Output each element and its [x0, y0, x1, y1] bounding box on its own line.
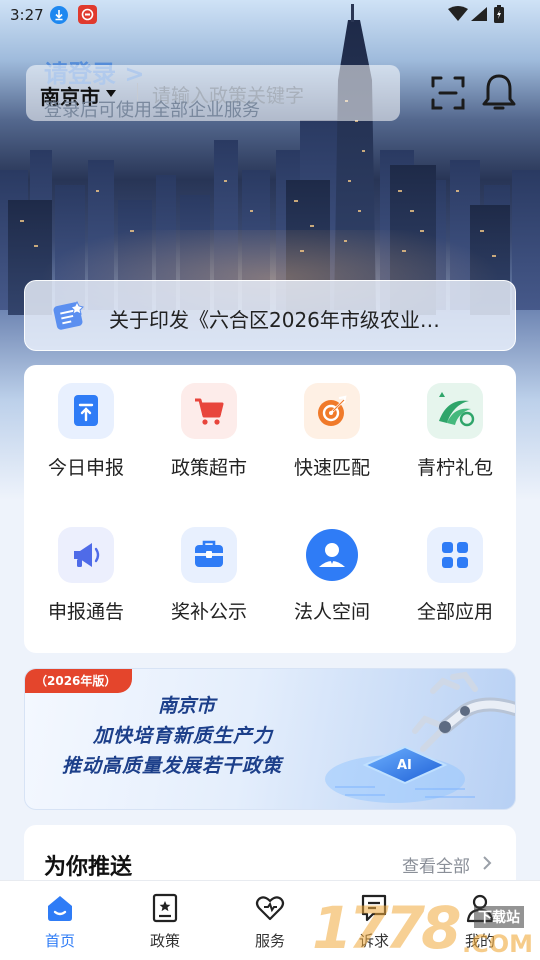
service-label: 快速匹配	[293, 457, 370, 479]
notice-icon	[53, 300, 84, 330]
bell-icon[interactable]	[480, 72, 518, 112]
service-award-publicity[interactable]: 奖补公示	[149, 509, 269, 623]
status-bar: 3:27	[0, 0, 540, 32]
tab-mine[interactable]: 我的	[428, 881, 532, 960]
notice-text: 关于印发《六合区2026年市级农业…	[109, 308, 440, 332]
upload-document-icon	[58, 383, 114, 439]
tab-home[interactable]: 首页	[8, 881, 112, 960]
service-apply-notice[interactable]: 申报通告	[26, 509, 146, 623]
briefcase-icon	[181, 527, 237, 583]
user-icon	[466, 894, 494, 923]
status-time: 3:27	[10, 6, 44, 24]
megaphone-icon	[58, 527, 114, 583]
recommend-title: 为你推送	[44, 855, 133, 880]
service-label: 奖补公示	[170, 601, 247, 623]
tab-label: 服务	[254, 932, 285, 950]
message-icon	[361, 894, 387, 922]
service-label: 法人空间	[293, 601, 370, 623]
chevron-right-icon	[483, 856, 492, 870]
service-label: 全部应用	[416, 601, 493, 623]
banner-headline-1: 加快培育新质生产力	[93, 725, 274, 747]
service-grid: 今日申报 政策超市 快速匹配 青柠礼包 申报通告 奖补公示 法人空间 全部应用	[24, 365, 516, 653]
tab-request[interactable]: 诉求	[322, 881, 426, 960]
home-icon	[48, 896, 72, 921]
service-policy-market[interactable]: 政策超市	[149, 365, 269, 479]
service-label: 申报通告	[47, 601, 124, 623]
service-all-apps[interactable]: 全部应用	[395, 509, 515, 623]
view-all-link[interactable]: 查看全部	[402, 852, 470, 877]
service-legal-space[interactable]: 法人空间	[272, 509, 392, 623]
download-notification-icon	[50, 6, 68, 24]
login-subtitle: 登录后可使用全部企业服务	[44, 100, 260, 121]
scan-icon[interactable]	[430, 75, 466, 111]
policy-banner[interactable]: （2026年版） 南京市 加快培育新质生产力 推动高质量发展若干政策 AI	[24, 668, 516, 810]
policy-book-icon	[152, 893, 178, 923]
tab-label: 首页	[44, 932, 75, 950]
service-label: 政策超市	[170, 457, 247, 479]
heart-icon	[255, 896, 285, 921]
service-label: 青柠礼包	[416, 457, 493, 479]
tab-policy[interactable]: 政策	[113, 881, 217, 960]
tab-label: 我的	[464, 932, 495, 950]
app-notification-icon	[78, 5, 97, 24]
banner-city: 南京市	[158, 695, 216, 717]
tab-service[interactable]: 服务	[218, 881, 322, 960]
banner-headline-2: 推动高质量发展若干政策	[62, 755, 283, 777]
tab-label: 诉求	[358, 932, 389, 950]
tab-label: 政策	[149, 932, 180, 950]
service-quick-match[interactable]: 快速匹配	[272, 365, 392, 479]
grid-apps-icon	[427, 527, 483, 583]
battery-icon	[494, 5, 504, 23]
robot-hand-ai-chip-illustration: AI	[325, 671, 515, 803]
target-icon	[304, 383, 360, 439]
chip-label: AI	[397, 758, 412, 773]
service-today-apply[interactable]: 今日申报	[26, 365, 146, 479]
person-icon	[304, 527, 360, 583]
banner-year-tag: （2026年版）	[25, 669, 133, 693]
notice-banner[interactable]: 关于印发《六合区2026年市级农业…	[24, 280, 516, 351]
cell-signal-icon	[471, 7, 487, 21]
service-label: 今日申报	[47, 457, 124, 479]
lemon-logo-icon	[427, 383, 483, 439]
service-lemon-pack[interactable]: 青柠礼包	[395, 365, 515, 479]
wifi-icon	[448, 6, 468, 21]
bottom-tab-bar: 首页 政策 服务 诉求 我的	[0, 880, 540, 960]
shopping-cart-icon	[181, 383, 237, 439]
